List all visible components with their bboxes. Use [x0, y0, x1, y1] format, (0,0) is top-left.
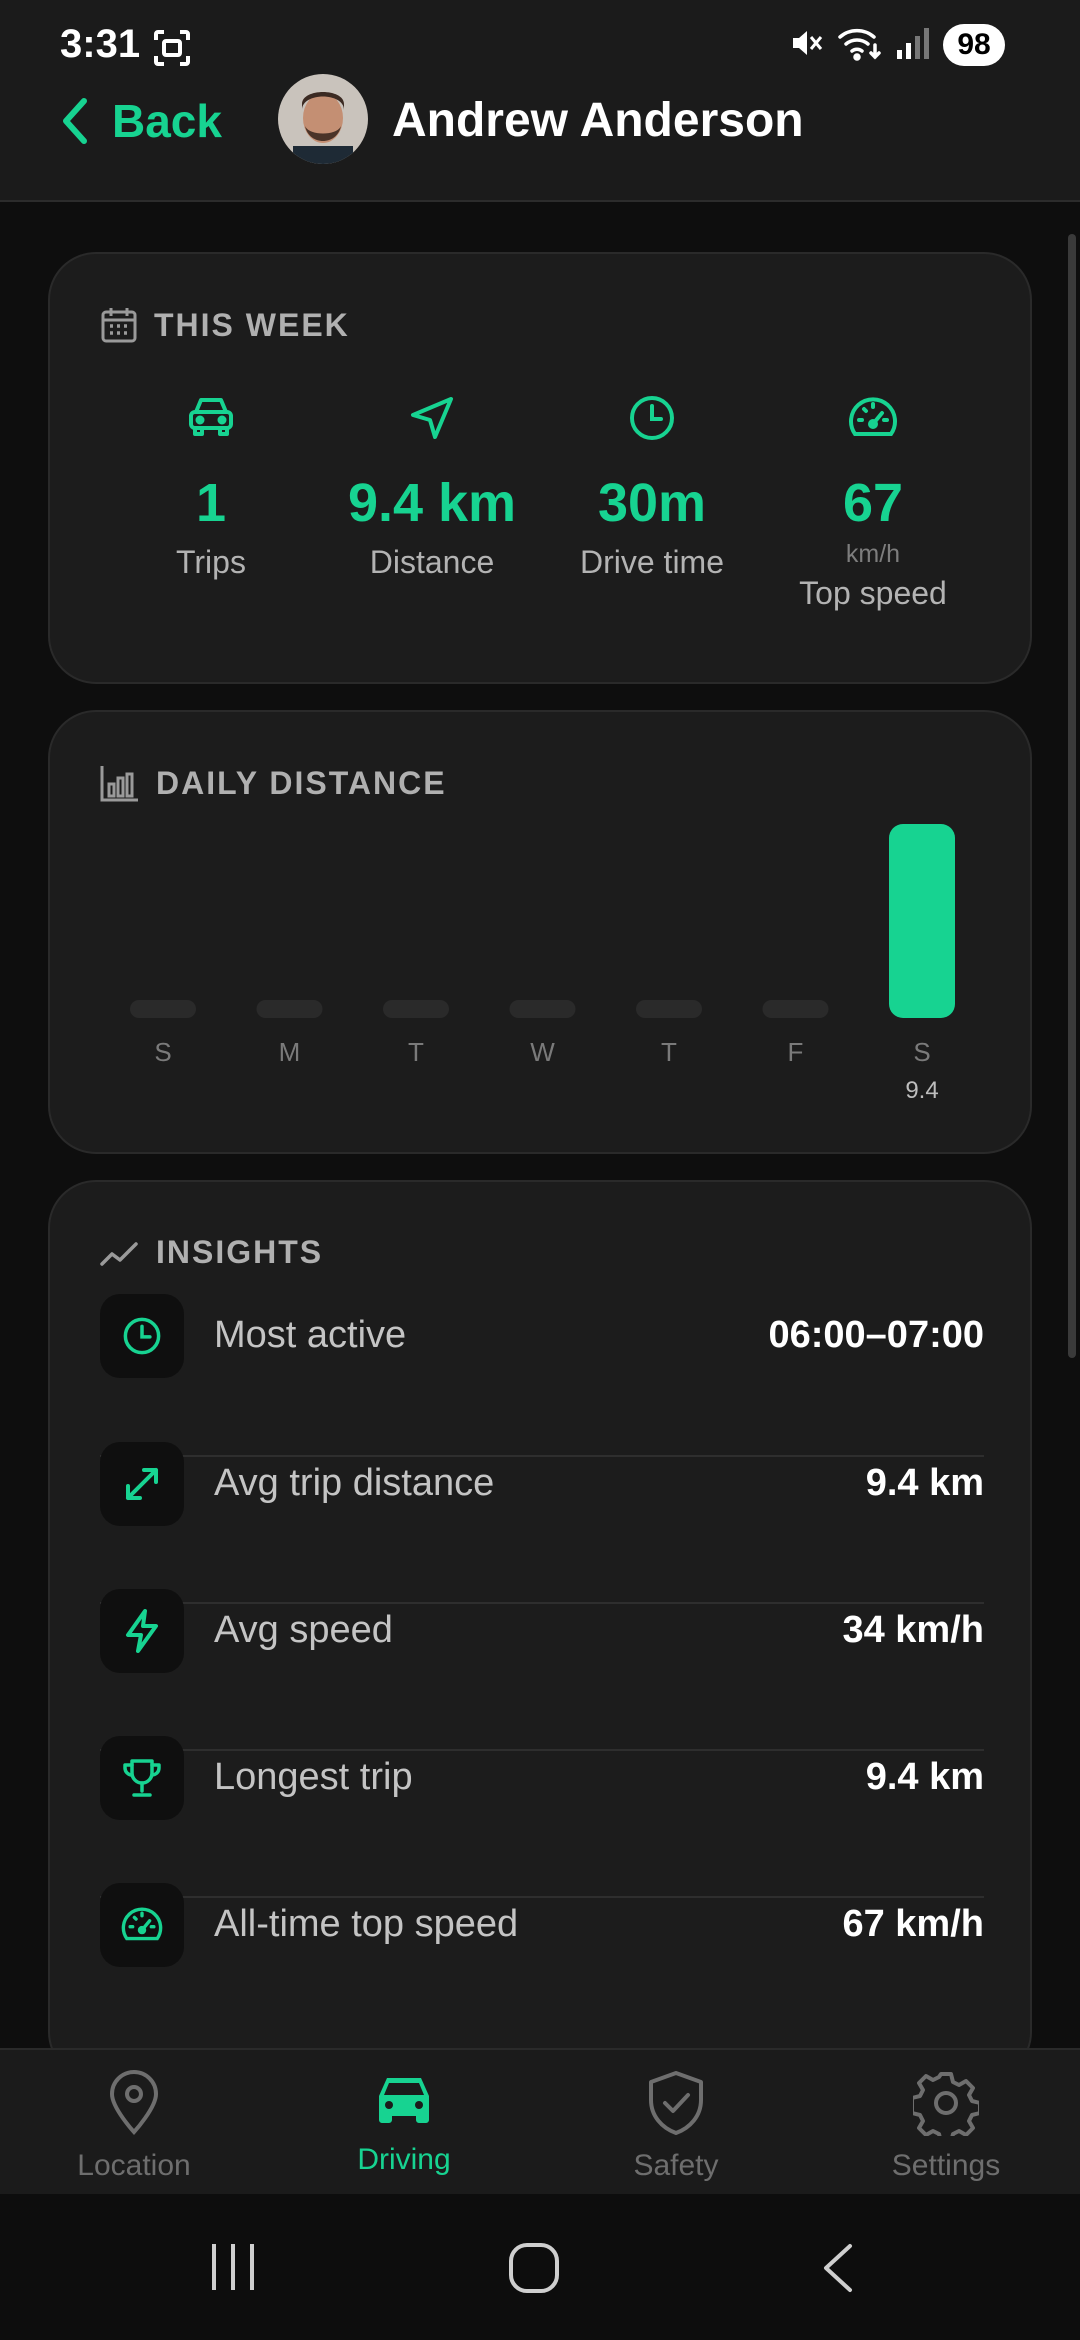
x-tick-label: F: [788, 1037, 804, 1067]
insight-value: 06:00–07:00: [768, 1314, 984, 1356]
shield-check-icon: [649, 2071, 703, 2135]
nav-item-location[interactable]: Location: [14, 2070, 254, 2183]
daily-distance-card: DAILY DISTANCE S M T W T F S 9.4: [48, 710, 1032, 1154]
clock-icon: [123, 1317, 161, 1354]
stat-trips: 1 Trips: [96, 394, 326, 581]
insight-value: 9.4 km: [865, 1462, 984, 1504]
nav-label: Location: [77, 2149, 191, 2182]
bar-5: [762, 1000, 829, 1018]
gear-icon: [910, 2072, 982, 2144]
trophy-icon: [123, 1758, 161, 1797]
battery-indicator: 98: [943, 24, 1005, 66]
lightning-icon: [126, 1608, 158, 1653]
insight-icon-box: [100, 1735, 184, 1820]
speedometer-icon: [121, 1907, 163, 1940]
nav-label: Driving: [357, 2143, 451, 2176]
stat-label: Top speed: [799, 575, 947, 611]
screenshot-icon: [152, 28, 192, 68]
bar-3: [509, 1000, 576, 1018]
insight-label: Most active: [214, 1314, 407, 1356]
bar-2: [383, 1000, 449, 1018]
insight-value: 34 km/h: [842, 1609, 984, 1651]
daily-distance-chart: S M T W T F S 9.4: [130, 824, 955, 1104]
stat-label: Drive time: [579, 544, 724, 580]
back-nav-icon[interactable]: [818, 2242, 858, 2294]
this-week-title: THIS WEEK: [154, 306, 350, 343]
clock-icon: [630, 396, 674, 440]
nav-label: Settings: [891, 2149, 1001, 2182]
location-pin-icon: [109, 2070, 159, 2135]
this-week-card: THIS WEEK 1 Trips 9.4 km Distance 30m Dr…: [48, 252, 1032, 684]
insight-label: All-time top speed: [214, 1903, 519, 1945]
back-label: Back: [112, 95, 222, 147]
status-time: 3:31: [60, 22, 141, 66]
car-icon: [189, 398, 233, 436]
stat-value: 67: [842, 473, 904, 533]
stat-label: Distance: [369, 544, 495, 580]
nav-item-driving[interactable]: Driving: [284, 2070, 524, 2177]
wifi-icon: [837, 25, 881, 66]
insight-value: 67 km/h: [842, 1903, 984, 1945]
insight-label: Longest trip: [214, 1756, 413, 1798]
data-label: 9.4: [905, 1077, 938, 1104]
insight-row-avg-trip-distance: Avg trip distance 9.4 km: [100, 1410, 984, 1557]
x-tick-label: S: [154, 1037, 171, 1067]
status-icons: 98: [787, 24, 1005, 66]
x-tick-label: M: [279, 1037, 301, 1067]
bar-0: [130, 1000, 196, 1018]
mute-icon: [787, 25, 823, 66]
insight-icon-box: [100, 1588, 184, 1673]
nav-label: Safety: [633, 2149, 719, 2182]
bar-4: [636, 1000, 702, 1018]
stat-drive-time: 30m Drive time: [537, 394, 767, 581]
expand-arrows-icon: [126, 1467, 158, 1500]
bar-6: [889, 824, 955, 1018]
stat-top-speed: 67 km/h Top speed: [758, 394, 988, 612]
stat-label: Trips: [176, 544, 246, 580]
stat-value: 9.4 km: [347, 473, 517, 533]
x-tick-label: W: [530, 1037, 555, 1067]
signal-icon: [895, 26, 929, 65]
app-header: Back Andrew Anderson: [0, 74, 1080, 202]
nav-item-safety[interactable]: Safety: [556, 2070, 796, 2183]
insight-row-all-time-top-speed: All-time top speed 67 km/h: [100, 1851, 984, 1998]
speedometer-icon: [849, 397, 897, 436]
insight-label: Avg speed: [214, 1609, 393, 1651]
insights-card: INSIGHTS Most active 06:00–07:00 Avg tri…: [48, 1180, 1032, 2080]
x-tick-label: S: [913, 1037, 930, 1067]
chevron-left-icon: [63, 98, 87, 144]
bar-1: [256, 1000, 323, 1018]
insight-icon-box: [100, 1293, 184, 1378]
insight-value: 9.4 km: [865, 1756, 984, 1798]
recent-apps-icon[interactable]: [208, 2242, 258, 2292]
this-week-header: THIS WEEK: [100, 306, 350, 344]
navigation-arrow-icon: [411, 397, 453, 439]
avatar[interactable]: [278, 74, 368, 164]
stat-unit: km/h: [845, 540, 901, 568]
insight-icon-box: [100, 1441, 184, 1526]
status-bar: 3:31 98: [0, 0, 1080, 92]
insight-label: Avg trip distance: [214, 1462, 495, 1504]
stat-distance: 9.4 km Distance: [317, 394, 547, 581]
insight-row-longest-trip: Longest trip 9.4 km: [100, 1704, 984, 1851]
insight-icon-box: [100, 1882, 184, 1967]
x-tick-label: T: [408, 1037, 424, 1067]
nav-item-settings[interactable]: Settings: [826, 2070, 1066, 2183]
insight-row-most-active: Most active 06:00–07:00: [100, 1262, 984, 1409]
insight-row-avg-speed: Avg speed 34 km/h: [100, 1557, 984, 1704]
scrollbar[interactable]: [1068, 234, 1076, 1358]
back-button[interactable]: Back: [60, 92, 222, 150]
car-icon: [379, 2078, 429, 2123]
calendar-icon: [101, 308, 137, 343]
stat-value: 1: [195, 473, 227, 533]
bottom-navigation: Location Driving Safety Settings: [0, 2048, 1080, 2194]
system-navigation-bar: [0, 2194, 1080, 2340]
home-icon[interactable]: [508, 2242, 560, 2294]
user-name: Andrew Anderson: [392, 94, 804, 147]
x-tick-label: T: [661, 1037, 677, 1067]
stat-value: 30m: [597, 473, 707, 533]
